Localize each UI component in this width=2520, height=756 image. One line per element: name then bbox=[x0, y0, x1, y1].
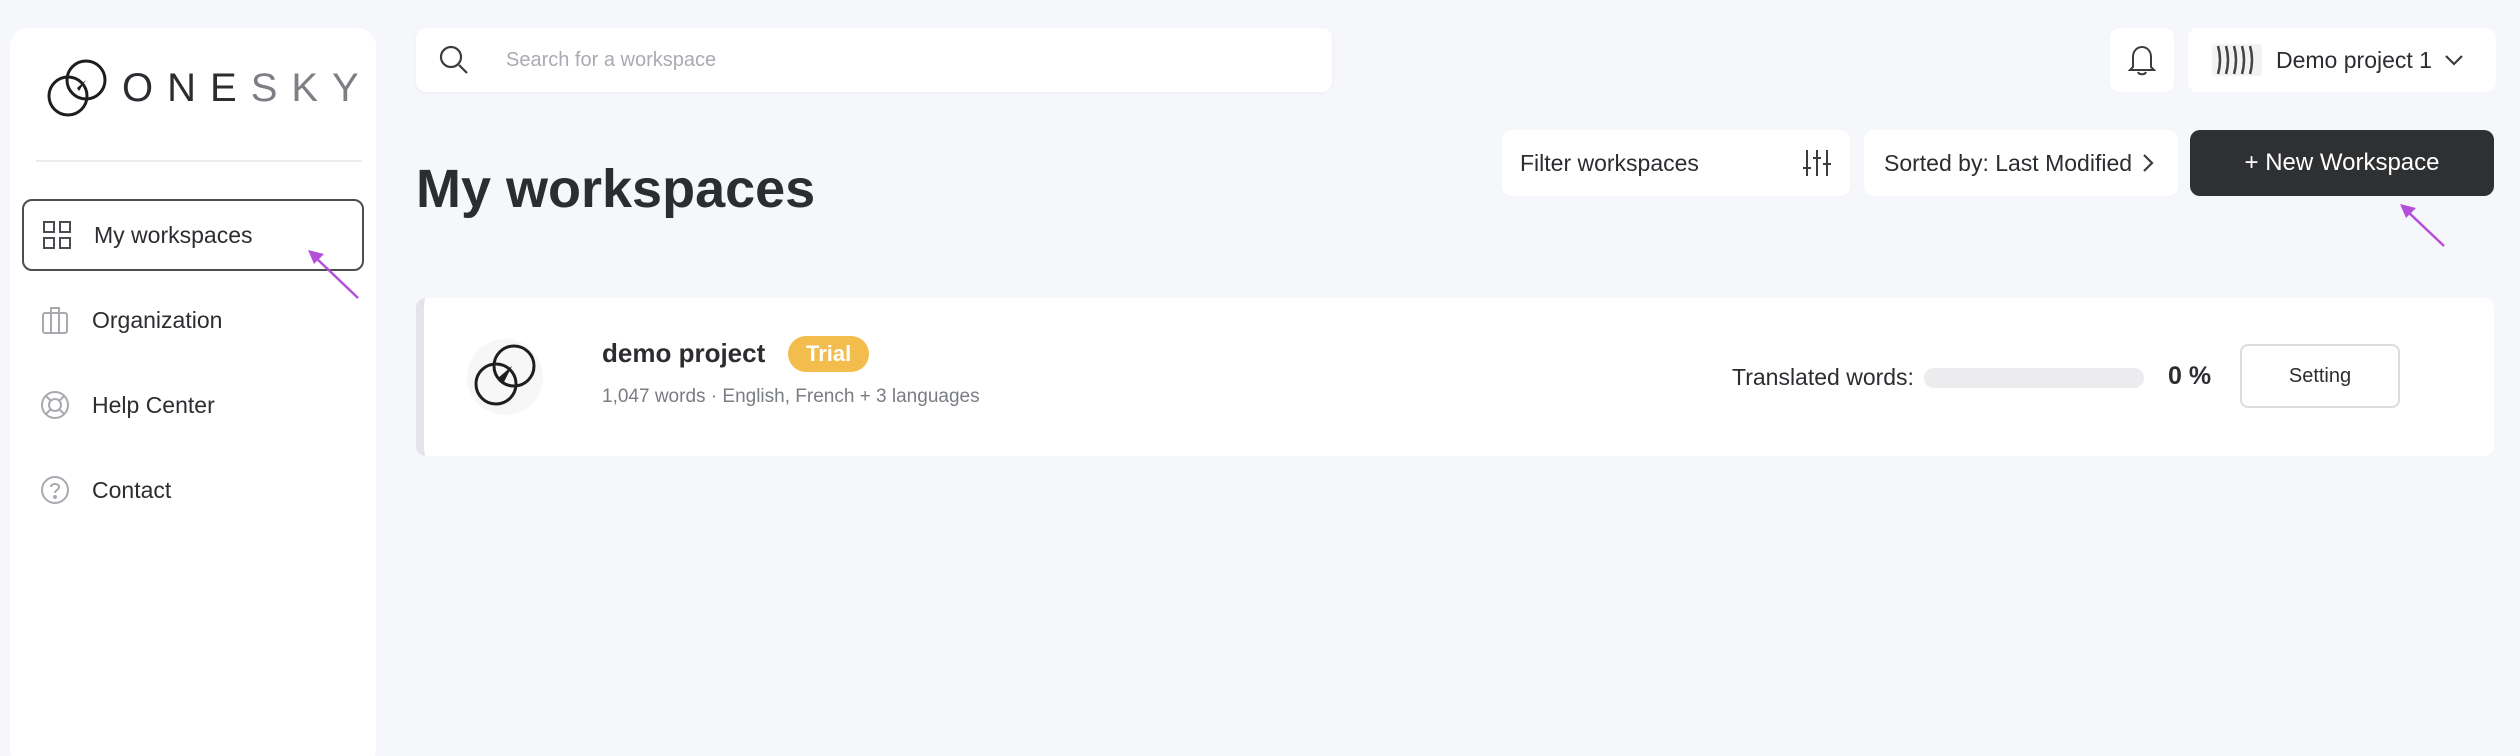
building-icon bbox=[40, 305, 70, 335]
sidebar-item-label: My workspaces bbox=[94, 221, 253, 248]
new-workspace-button[interactable]: + New Workspace bbox=[2190, 130, 2494, 196]
setting-button[interactable]: Setting bbox=[2240, 344, 2400, 408]
question-circle-icon bbox=[40, 475, 70, 505]
project-avatar-icon bbox=[2212, 44, 2262, 76]
chevron-right-icon bbox=[2143, 154, 2154, 172]
logo-text-main: ONE bbox=[122, 65, 251, 110]
search-bar[interactable] bbox=[416, 28, 1332, 92]
lifebuoy-icon bbox=[40, 390, 70, 420]
search-input[interactable] bbox=[506, 48, 1286, 72]
onesky-logo[interactable]: ONESKY bbox=[46, 58, 373, 118]
grid-icon bbox=[42, 220, 72, 250]
sidebar: ONESKY My workspaces Organization Help C… bbox=[10, 28, 376, 756]
workspace-meta: 1,047 words · English, French + 3 langua… bbox=[602, 386, 980, 407]
sidebar-item-contact[interactable]: Contact bbox=[22, 454, 364, 526]
sort-label: Sorted by: Last Modified bbox=[1884, 149, 2133, 176]
project-switcher[interactable]: Demo project 1 bbox=[2188, 28, 2496, 92]
trial-badge: Trial bbox=[788, 336, 870, 372]
notifications-button[interactable] bbox=[2110, 28, 2174, 92]
sidebar-item-label: Organization bbox=[92, 306, 223, 333]
filter-workspaces-button[interactable]: Filter workspaces bbox=[1502, 130, 1850, 196]
workspace-name[interactable]: demo project bbox=[602, 338, 765, 369]
bell-icon bbox=[2127, 45, 2157, 76]
sort-button[interactable]: Sorted by: Last Modified bbox=[1864, 130, 2178, 196]
translated-words-label: Translated words: bbox=[1732, 364, 1914, 390]
logo-wordmark: ONESKY bbox=[122, 66, 373, 111]
chevron-down-icon bbox=[2445, 55, 2463, 66]
workspace-logo-icon bbox=[467, 339, 543, 415]
translation-progress-bar bbox=[1924, 368, 2144, 388]
sidebar-item-label: Help Center bbox=[92, 391, 215, 418]
sidebar-item-help-center[interactable]: Help Center bbox=[22, 369, 364, 441]
translation-percentage: 0 % bbox=[2168, 362, 2212, 390]
filter-label: Filter workspaces bbox=[1520, 149, 1699, 176]
sidebar-divider bbox=[36, 160, 362, 162]
onesky-logo-icon bbox=[47, 59, 107, 117]
search-icon bbox=[439, 45, 468, 74]
page-title: My workspaces bbox=[416, 159, 816, 219]
annotation-arrow-icon bbox=[308, 250, 359, 299]
sidebar-item-label: Contact bbox=[92, 476, 172, 503]
annotation-arrow-icon bbox=[2400, 204, 2445, 247]
logo-text-dim: SKY bbox=[250, 65, 373, 110]
sliders-icon bbox=[1803, 150, 1831, 176]
workspace-card[interactable]: demo project Trial 1,047 words · English… bbox=[416, 298, 2494, 456]
project-name: Demo project 1 bbox=[2276, 46, 2432, 73]
